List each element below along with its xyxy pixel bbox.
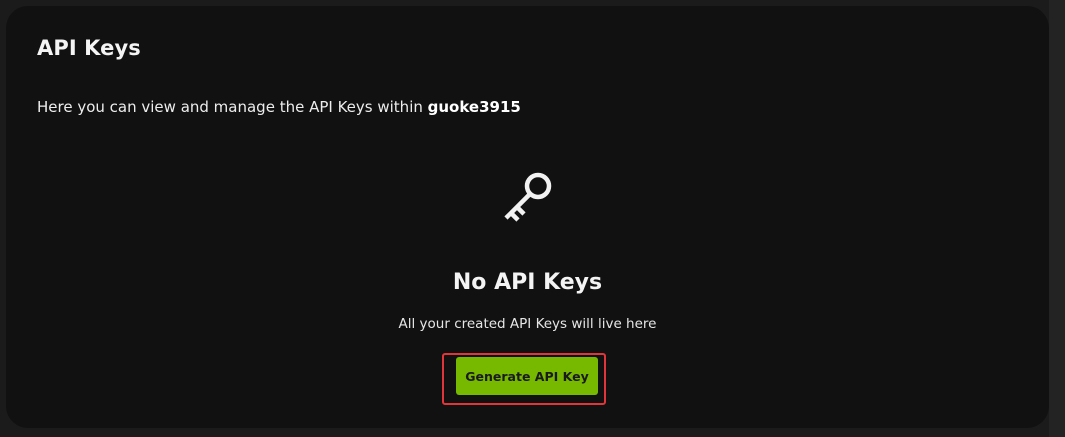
- description-text: Here you can view and manage the API Key…: [37, 98, 428, 116]
- page-title: API Keys: [37, 36, 141, 60]
- empty-state-subtitle: All your created API Keys will live here: [398, 316, 657, 332]
- key-icon: [503, 172, 551, 222]
- empty-state-title: No API Keys: [452, 270, 603, 295]
- page-description: Here you can view and manage the API Key…: [37, 98, 521, 116]
- generate-api-key-button[interactable]: Generate API Key: [456, 357, 598, 395]
- org-name: guoke3915: [427, 98, 521, 116]
- api-keys-panel: API Keys Here you can view and manage th…: [6, 6, 1049, 428]
- empty-state: No API Keys All your created API Keys wi…: [6, 166, 1049, 332]
- scrollbar-track: [1049, 0, 1065, 437]
